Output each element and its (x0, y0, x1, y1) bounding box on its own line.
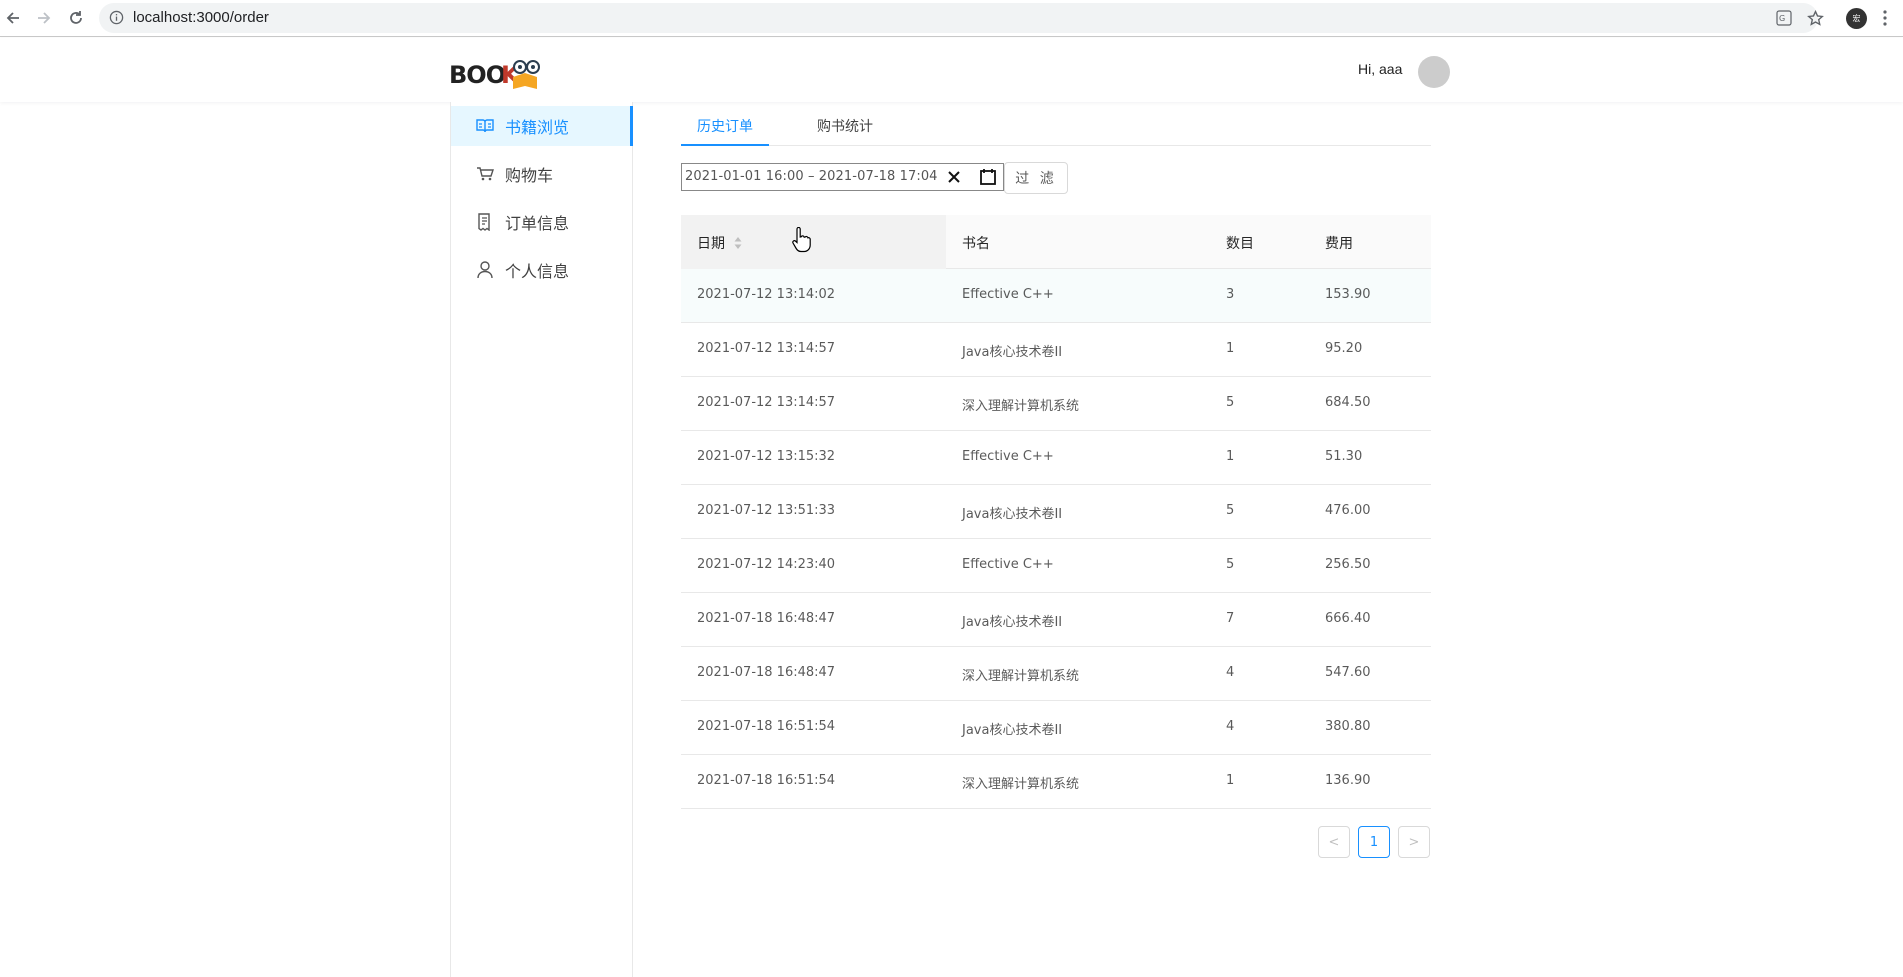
active-tab-indicator (681, 144, 769, 146)
tab-purchase-stats[interactable]: 购书统计 (817, 116, 873, 136)
cell-date: 2021-07-18 16:48:47 (697, 665, 836, 680)
sidebar-item-label: 书籍浏览 (505, 118, 570, 137)
hand-cursor-icon (791, 226, 811, 253)
cell-date: 2021-07-12 13:14:57 (697, 341, 836, 356)
greeting-text: Hi, aaa (1358, 61, 1403, 77)
user-avatar[interactable] (1418, 56, 1450, 88)
sidebar-item-book-browse[interactable]: 书籍浏览 (451, 106, 633, 146)
column-header-title: 书名 (962, 236, 990, 252)
translate-icon[interactable]: G (1775, 9, 1793, 27)
reload-icon[interactable] (64, 6, 88, 30)
browser-toolbar: localhost:3000/order G 宏 (0, 0, 1903, 37)
cell-cost: 95.20 (1325, 341, 1363, 356)
date-range-value[interactable]: 2021-01-01 16:00 – 2021-07-18 17:04 (685, 169, 938, 184)
book-open-icon (476, 117, 494, 135)
cell-date: 2021-07-18 16:48:47 (697, 611, 836, 626)
address-bar[interactable]: localhost:3000/order G (99, 3, 1824, 33)
column-header-quantity: 数目 (1226, 236, 1254, 252)
cell-cost: 684.50 (1325, 395, 1371, 410)
cell-title: Effective C++ (962, 449, 1054, 464)
cell-date: 2021-07-12 13:51:33 (697, 503, 836, 518)
sort-caret-icon[interactable] (734, 235, 742, 249)
cell-title: Java核心技术卷II (962, 615, 1063, 630)
table-row[interactable]: 2021-07-18 16:48:47 Java核心技术卷II 7 666.40 (681, 593, 1431, 647)
tab-order-history[interactable]: 历史订单 (697, 116, 753, 136)
cell-title: 深入理解计算机系统 (962, 777, 1080, 792)
cell-quantity: 4 (1226, 719, 1235, 734)
cell-cost: 256.50 (1325, 557, 1371, 572)
sidebar-item-profile[interactable]: 个人信息 (451, 250, 633, 290)
url-text[interactable]: localhost:3000/order (133, 9, 269, 26)
cell-cost: 380.80 (1325, 719, 1371, 734)
cell-title: Java核心技术卷II (962, 345, 1063, 360)
table-row[interactable]: 2021-07-18 16:48:47 深入理解计算机系统 4 547.60 (681, 647, 1431, 701)
cell-cost: 51.30 (1325, 449, 1363, 464)
table-row[interactable]: 2021-07-12 13:51:33 Java核心技术卷II 5 476.00 (681, 485, 1431, 539)
cell-title: Java核心技术卷II (962, 507, 1063, 522)
cell-cost: 153.90 (1325, 287, 1371, 302)
cell-date: 2021-07-12 13:14:57 (697, 395, 836, 410)
svg-text:G: G (1779, 14, 1785, 23)
sidebar-item-label: 订单信息 (505, 214, 570, 233)
sidebar-item-label: 购物车 (505, 166, 554, 185)
table-row[interactable]: 2021-07-18 16:51:54 Java核心技术卷II 4 380.80 (681, 701, 1431, 755)
cell-quantity: 5 (1226, 557, 1235, 572)
column-header-date[interactable]: 日期 (697, 233, 725, 253)
order-tabs: 历史订单 购书统计 (681, 106, 1431, 146)
orders-table: 日期 书名 数目 费用 2021-07-12 13:14:02 Effectiv… (681, 215, 1431, 809)
sidebar-menu: 书籍浏览 购物车 订单信息 个人信息 (450, 102, 633, 977)
cell-date: 2021-07-18 16:51:54 (697, 719, 836, 734)
bookmark-star-icon[interactable] (1806, 9, 1824, 27)
cell-quantity: 5 (1226, 503, 1235, 518)
book-logo[interactable]: BOO K (449, 53, 549, 91)
cell-title: Effective C++ (962, 557, 1054, 572)
cell-cost: 136.90 (1325, 773, 1371, 788)
profile-avatar[interactable]: 宏 (1846, 8, 1867, 29)
cell-quantity: 7 (1226, 611, 1235, 626)
filter-button[interactable]: 过 滤 (1004, 162, 1068, 194)
pagination-prev-button[interactable]: < (1318, 826, 1350, 858)
back-arrow-icon[interactable] (1, 6, 25, 30)
order-receipt-icon (476, 213, 494, 231)
shopping-cart-icon (476, 165, 494, 183)
cell-date: 2021-07-12 13:14:02 (697, 287, 836, 302)
cell-quantity: 5 (1226, 395, 1235, 410)
table-row[interactable]: 2021-07-12 13:15:32 Effective C++ 1 51.3… (681, 431, 1431, 485)
cell-title: Java核心技术卷II (962, 723, 1063, 738)
clear-icon[interactable] (946, 169, 962, 185)
table-row[interactable]: 2021-07-12 14:23:40 Effective C++ 5 256.… (681, 539, 1431, 593)
table-row[interactable]: 2021-07-18 16:51:54 深入理解计算机系统 1 136.90 (681, 755, 1431, 809)
cell-quantity: 1 (1226, 449, 1235, 464)
table-row[interactable]: 2021-07-12 13:14:57 深入理解计算机系统 5 684.50 (681, 377, 1431, 431)
table-row[interactable]: 2021-07-12 13:14:02 Effective C++ 3 153.… (681, 269, 1431, 323)
cell-date: 2021-07-12 13:15:32 (697, 449, 836, 464)
cell-cost: 547.60 (1325, 665, 1371, 680)
sidebar-item-label: 个人信息 (505, 262, 570, 281)
pagination-next-button[interactable]: > (1398, 826, 1430, 858)
cell-title: Effective C++ (962, 287, 1054, 302)
calendar-icon[interactable] (979, 168, 997, 186)
date-range-picker[interactable]: 2021-01-01 16:00 – 2021-07-18 17:04 (681, 163, 1004, 191)
browser-menu-icon[interactable] (1877, 7, 1893, 29)
cell-quantity: 3 (1226, 287, 1235, 302)
sidebar-item-orders[interactable]: 订单信息 (451, 202, 633, 242)
forward-arrow-icon[interactable] (32, 6, 56, 30)
cell-cost: 666.40 (1325, 611, 1371, 626)
svg-text:BOO: BOO (449, 61, 506, 89)
cell-quantity: 1 (1226, 773, 1235, 788)
cell-cost: 476.00 (1325, 503, 1371, 518)
column-header-cost: 费用 (1325, 236, 1353, 252)
cell-title: 深入理解计算机系统 (962, 399, 1080, 414)
cell-title: 深入理解计算机系统 (962, 669, 1080, 684)
site-info-icon[interactable] (109, 10, 124, 29)
cell-date: 2021-07-12 14:23:40 (697, 557, 836, 572)
pagination-page-1[interactable]: 1 (1358, 826, 1390, 858)
sidebar-item-cart[interactable]: 购物车 (451, 154, 633, 194)
cell-quantity: 4 (1226, 665, 1235, 680)
app-header: BOO K Hi, aaa (0, 38, 1903, 102)
cell-date: 2021-07-18 16:51:54 (697, 773, 836, 788)
table-row[interactable]: 2021-07-12 13:14:57 Java核心技术卷II 1 95.20 (681, 323, 1431, 377)
user-icon (476, 261, 494, 279)
cell-quantity: 1 (1226, 341, 1235, 356)
